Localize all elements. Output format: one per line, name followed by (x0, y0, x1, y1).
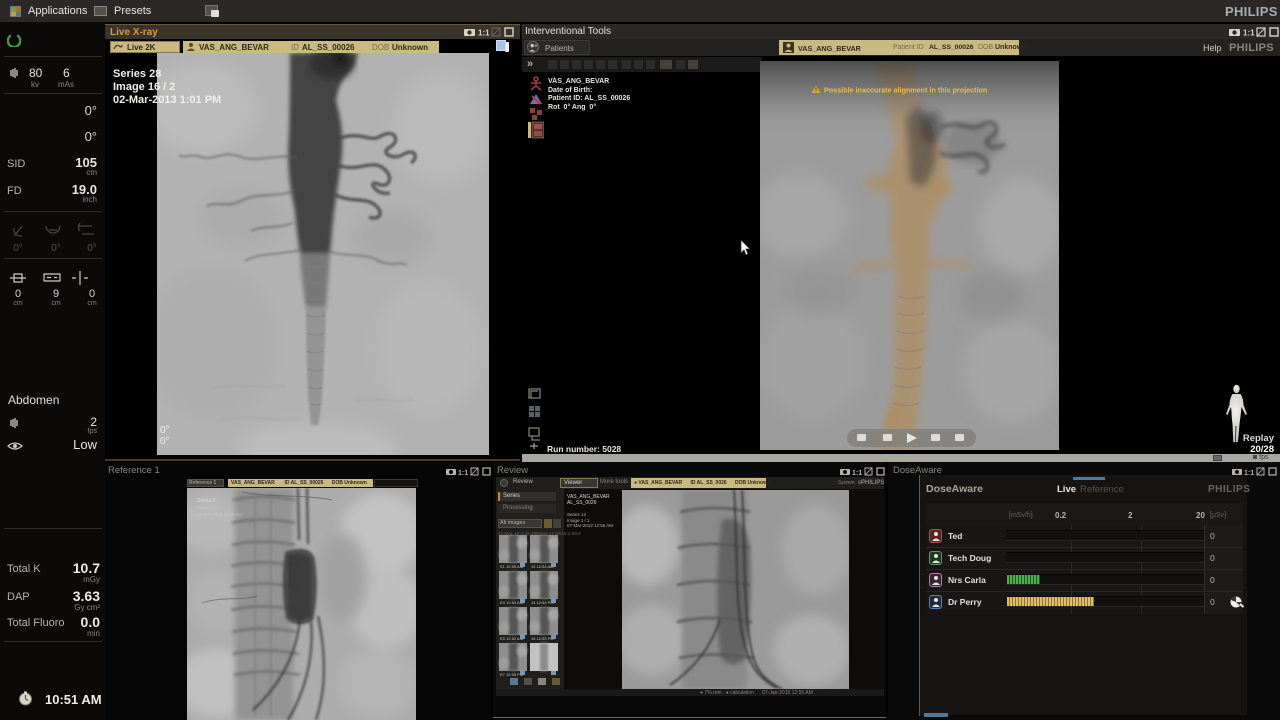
svg-text:1:1: 1:1 (458, 470, 468, 477)
svg-text:02-Mar-2013 12:58 AM: 02-Mar-2013 12:58 AM (197, 512, 242, 517)
svg-text:1:1: 1:1 (478, 29, 490, 38)
svg-text:E7 12:55 PM: E7 12:55 PM (500, 672, 523, 677)
svg-text:Image 3 / 3: Image 3 / 3 (197, 505, 220, 510)
svg-text:Series 8: Series 8 (197, 498, 216, 504)
svg-text:Possible inaccurate alignment: Possible inaccurate alignment in this pr… (824, 86, 987, 95)
svg-text:E1 12:55 AM: E1 12:55 AM (500, 564, 523, 569)
svg-text:1:1: 1:1 (1243, 29, 1255, 38)
svg-text:14 12:54 PM: 14 12:54 PM (531, 600, 554, 605)
svg-text:E5 12:52 AM: E5 12:52 AM (500, 636, 523, 641)
svg-text:E3 12:53 AM: E3 12:53 AM (500, 600, 523, 605)
svg-text:16 12:55 PM: 16 12:55 PM (531, 636, 554, 641)
svg-text:12 12:54 AM: 12 12:54 AM (531, 564, 553, 569)
svg-text:1:1: 1:1 (852, 470, 862, 477)
svg-text:!: ! (815, 88, 817, 94)
